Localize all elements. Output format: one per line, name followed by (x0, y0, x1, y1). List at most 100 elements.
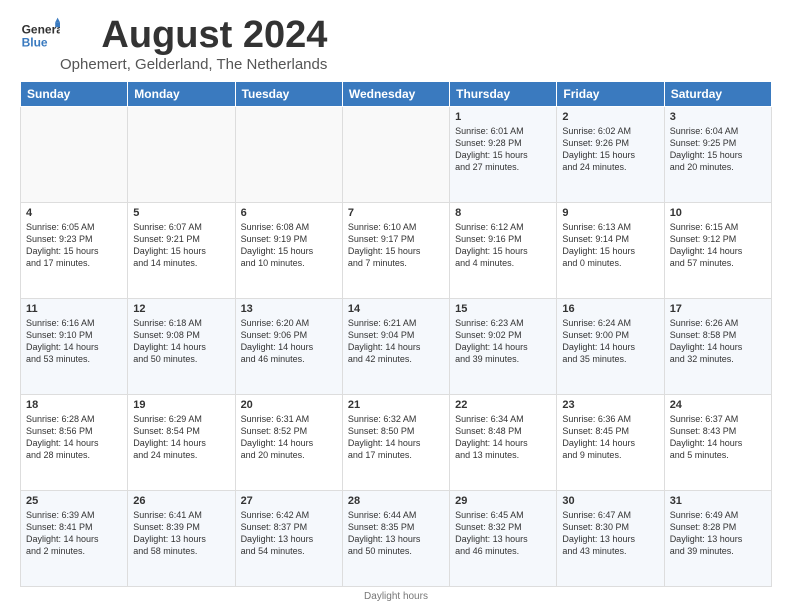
table-row: 14Sunrise: 6:21 AM Sunset: 9:04 PM Dayli… (342, 299, 449, 395)
table-row: 15Sunrise: 6:23 AM Sunset: 9:02 PM Dayli… (450, 299, 557, 395)
day-info: Sunrise: 6:02 AM Sunset: 9:26 PM Dayligh… (562, 125, 658, 174)
days-header-row: Sunday Monday Tuesday Wednesday Thursday… (21, 82, 772, 107)
day-info: Sunrise: 6:36 AM Sunset: 8:45 PM Dayligh… (562, 413, 658, 462)
day-number: 1 (455, 111, 551, 123)
day-info: Sunrise: 6:47 AM Sunset: 8:30 PM Dayligh… (562, 509, 658, 558)
day-number: 21 (348, 399, 444, 411)
table-row: 28 Sunrise: 6:44 AM Sunset: 8:35 PM Dayli… (342, 491, 449, 587)
header: General Blue August 2024 Ophemert, Gelde… (20, 16, 772, 73)
calendar-week-row: 1Sunrise: 6:01 AM Sunset: 9:28 PM Daylig… (21, 107, 772, 203)
day-number: 25 (26, 495, 122, 507)
day-number: 23 (562, 399, 658, 411)
calendar-week-row: 4Sunrise: 6:05 AM Sunset: 9:23 PM Daylig… (21, 203, 772, 299)
calendar: Sunday Monday Tuesday Wednesday Thursday… (20, 81, 772, 587)
svg-text:Blue: Blue (22, 35, 48, 49)
day-number: 16 (562, 303, 658, 315)
table-row: 11 Sunrise: 6:16 AM Sunset: 9:10 PM Dayli… (21, 299, 128, 395)
table-row: 17 Sunrise: 6:26 AM Sunset: 8:58 PM Dayli… (664, 299, 771, 395)
title-block: August 2024 Ophemert, Gelderland, The Ne… (60, 16, 327, 73)
day-info: Sunrise: 6:13 AM Sunset: 9:14 PM Dayligh… (562, 221, 658, 270)
day-number: 11 (26, 303, 122, 315)
day-number: 22 (455, 399, 551, 411)
day-number: 18 (26, 399, 122, 411)
location-subtitle: Ophemert, Gelderland, The Netherlands (60, 56, 327, 73)
table-row (235, 107, 342, 203)
day-info: Sunrise: 6:21 AM Sunset: 9:04 PM Dayligh… (348, 317, 444, 366)
table-row: 13 Sunrise: 6:20 AM Sunset: 9:06 PM Dayli… (235, 299, 342, 395)
day-info: Sunrise: 6:12 AM Sunset: 9:16 PM Dayligh… (455, 221, 551, 270)
day-info: Sunrise: 6:15 AM Sunset: 9:12 PM Dayligh… (670, 221, 766, 270)
day-number: 6 (241, 207, 337, 219)
day-number: 27 (241, 495, 337, 507)
calendar-week-row: 11 Sunrise: 6:16 AM Sunset: 9:10 PM Dayli… (21, 299, 772, 395)
month-title: August 2024 (60, 16, 327, 54)
col-tuesday: Tuesday (235, 82, 342, 107)
day-number: 26 (133, 495, 229, 507)
table-row: 20 Sunrise: 6:31 AM Sunset: 8:52 PM Dayli… (235, 395, 342, 491)
day-number: 17 (670, 303, 766, 315)
table-row: 5 Sunrise: 6:07 AM Sunset: 9:21 PM Daylig… (128, 203, 235, 299)
table-row: 4Sunrise: 6:05 AM Sunset: 9:23 PM Daylig… (21, 203, 128, 299)
day-info: Sunrise: 6:29 AM Sunset: 8:54 PM Dayligh… (133, 413, 229, 462)
day-info: Sunrise: 6:39 AM Sunset: 8:41 PM Dayligh… (26, 509, 122, 558)
day-number: 28 (348, 495, 444, 507)
day-info: Sunrise: 6:45 AM Sunset: 8:32 PM Dayligh… (455, 509, 551, 558)
calendar-table: Sunday Monday Tuesday Wednesday Thursday… (20, 81, 772, 587)
col-wednesday: Wednesday (342, 82, 449, 107)
calendar-week-row: 18 Sunrise: 6:28 AM Sunset: 8:56 PM Dayli… (21, 395, 772, 491)
day-number: 30 (562, 495, 658, 507)
table-row: 7 Sunrise: 6:10 AM Sunset: 9:17 PM Daylig… (342, 203, 449, 299)
table-row: 24Sunrise: 6:37 AM Sunset: 8:43 PM Dayli… (664, 395, 771, 491)
day-number: 5 (133, 207, 229, 219)
page: General Blue August 2024 Ophemert, Gelde… (0, 0, 792, 612)
day-info: Sunrise: 6:07 AM Sunset: 9:21 PM Dayligh… (133, 221, 229, 270)
day-info: Sunrise: 6:23 AM Sunset: 9:02 PM Dayligh… (455, 317, 551, 366)
table-row: 22 Sunrise: 6:34 AM Sunset: 8:48 PM Dayli… (450, 395, 557, 491)
table-row: 27 Sunrise: 6:42 AM Sunset: 8:37 PM Dayli… (235, 491, 342, 587)
day-number: 31 (670, 495, 766, 507)
day-number: 20 (241, 399, 337, 411)
table-row: 6 Sunrise: 6:08 AM Sunset: 9:19 PM Daylig… (235, 203, 342, 299)
day-info: Sunrise: 6:34 AM Sunset: 8:48 PM Dayligh… (455, 413, 551, 462)
col-sunday: Sunday (21, 82, 128, 107)
table-row: 10Sunrise: 6:15 AM Sunset: 9:12 PM Dayli… (664, 203, 771, 299)
day-info: Sunrise: 6:24 AM Sunset: 9:00 PM Dayligh… (562, 317, 658, 366)
table-row: 25 Sunrise: 6:39 AM Sunset: 8:41 PM Dayli… (21, 491, 128, 587)
day-info: Sunrise: 6:32 AM Sunset: 8:50 PM Dayligh… (348, 413, 444, 462)
table-row: 2Sunrise: 6:02 AM Sunset: 9:26 PM Daylig… (557, 107, 664, 203)
table-row (128, 107, 235, 203)
day-info: Sunrise: 6:44 AM Sunset: 8:35 PM Dayligh… (348, 509, 444, 558)
day-info: Sunrise: 6:16 AM Sunset: 9:10 PM Dayligh… (26, 317, 122, 366)
table-row (21, 107, 128, 203)
day-info: Sunrise: 6:20 AM Sunset: 9:06 PM Dayligh… (241, 317, 337, 366)
table-row: 9 Sunrise: 6:13 AM Sunset: 9:14 PM Daylig… (557, 203, 664, 299)
day-number: 4 (26, 207, 122, 219)
day-number: 13 (241, 303, 337, 315)
table-row: 1Sunrise: 6:01 AM Sunset: 9:28 PM Daylig… (450, 107, 557, 203)
day-info: Sunrise: 6:42 AM Sunset: 8:37 PM Dayligh… (241, 509, 337, 558)
day-number: 19 (133, 399, 229, 411)
day-info: Sunrise: 6:28 AM Sunset: 8:56 PM Dayligh… (26, 413, 122, 462)
calendar-week-row: 25 Sunrise: 6:39 AM Sunset: 8:41 PM Dayli… (21, 491, 772, 587)
day-info: Sunrise: 6:10 AM Sunset: 9:17 PM Dayligh… (348, 221, 444, 270)
table-row: 21 Sunrise: 6:32 AM Sunset: 8:50 PM Dayli… (342, 395, 449, 491)
footer-label: Daylight hours (20, 591, 772, 602)
day-number: 12 (133, 303, 229, 315)
day-info: Sunrise: 6:08 AM Sunset: 9:19 PM Dayligh… (241, 221, 337, 270)
table-row: 19 Sunrise: 6:29 AM Sunset: 8:54 PM Dayli… (128, 395, 235, 491)
day-info: Sunrise: 6:18 AM Sunset: 9:08 PM Dayligh… (133, 317, 229, 366)
logo: General Blue (20, 16, 60, 56)
table-row: 3Sunrise: 6:04 AM Sunset: 9:25 PM Daylig… (664, 107, 771, 203)
day-info: Sunrise: 6:37 AM Sunset: 8:43 PM Dayligh… (670, 413, 766, 462)
day-info: Sunrise: 6:26 AM Sunset: 8:58 PM Dayligh… (670, 317, 766, 366)
table-row (342, 107, 449, 203)
day-number: 3 (670, 111, 766, 123)
day-info: Sunrise: 6:41 AM Sunset: 8:39 PM Dayligh… (133, 509, 229, 558)
col-friday: Friday (557, 82, 664, 107)
day-number: 7 (348, 207, 444, 219)
day-number: 8 (455, 207, 551, 219)
day-info: Sunrise: 6:31 AM Sunset: 8:52 PM Dayligh… (241, 413, 337, 462)
table-row: 31Sunrise: 6:49 AM Sunset: 8:28 PM Dayli… (664, 491, 771, 587)
day-number: 9 (562, 207, 658, 219)
day-number: 29 (455, 495, 551, 507)
